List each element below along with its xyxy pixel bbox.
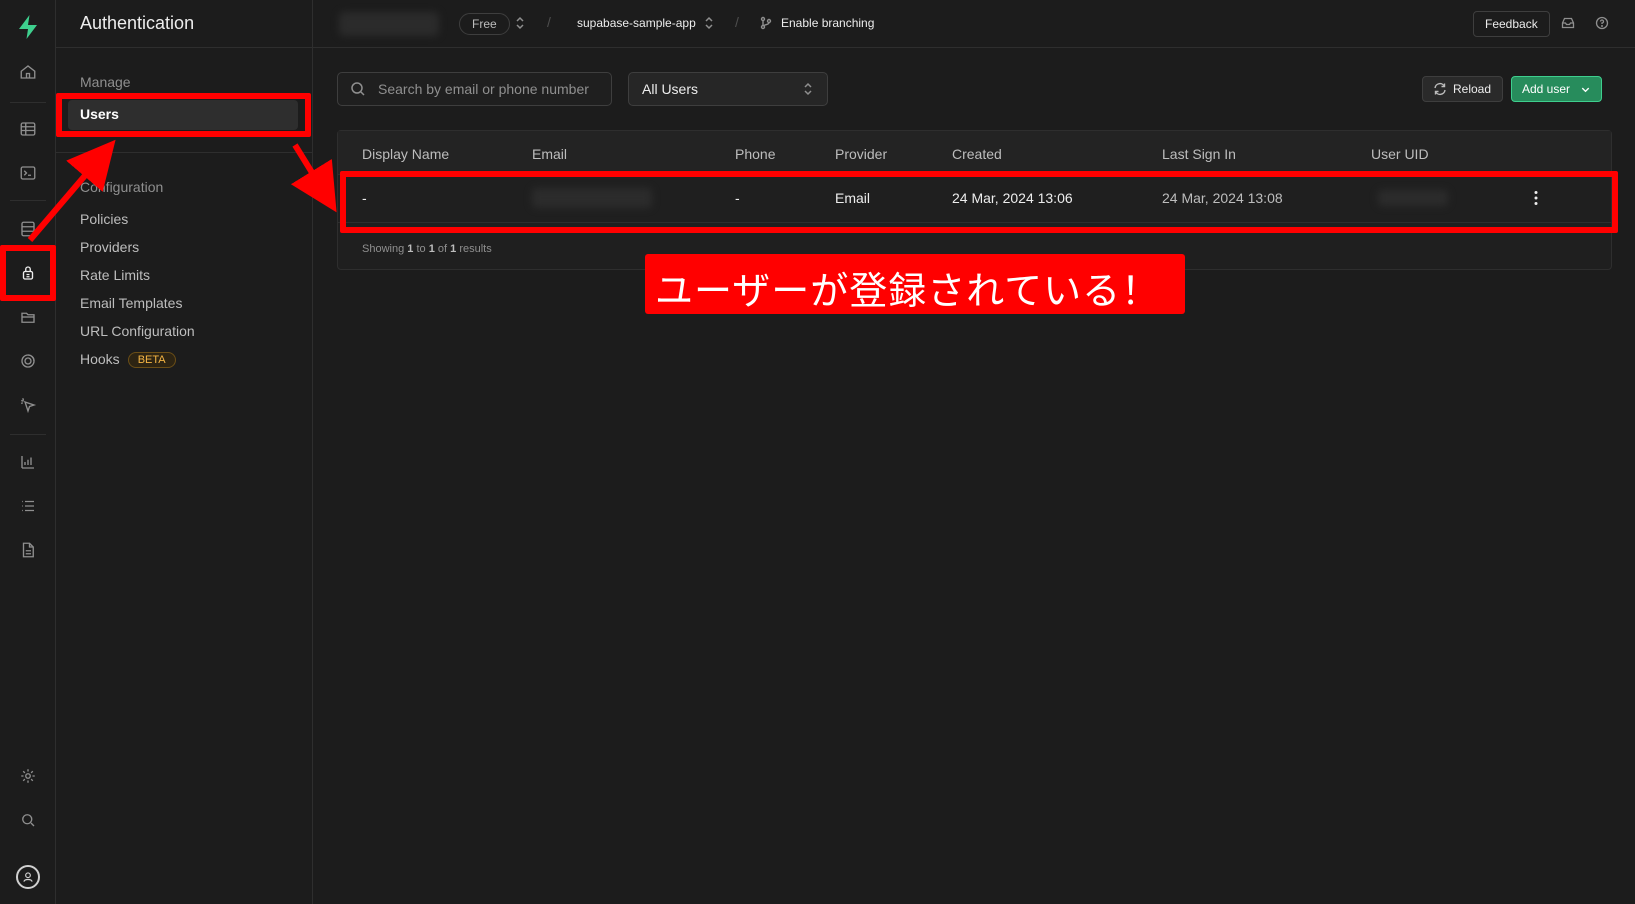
- storage-icon[interactable]: [14, 303, 42, 331]
- search-icon[interactable]: [14, 806, 42, 834]
- column-display-name[interactable]: Display Name: [362, 146, 449, 162]
- configuration-heading: Configuration: [80, 179, 164, 195]
- settings-gear-icon[interactable]: [14, 762, 42, 790]
- pagination-summary: Showing 1 to 1 of 1 results: [362, 243, 492, 255]
- edge-functions-icon[interactable]: [14, 347, 42, 375]
- sidebar-item-policies[interactable]: Policies: [80, 211, 128, 227]
- column-user-uid[interactable]: User UID: [1371, 146, 1429, 162]
- icon-rail: [0, 0, 56, 904]
- sidebar-item-rate-limits[interactable]: Rate Limits: [80, 267, 150, 283]
- inbox-icon[interactable]: [1561, 16, 1575, 30]
- org-name-blurred[interactable]: [339, 12, 439, 36]
- realtime-icon[interactable]: [14, 391, 42, 419]
- search-input-icon: [351, 82, 365, 96]
- user-filter-select[interactable]: All Users: [628, 72, 828, 106]
- highlight-users-item: [56, 93, 311, 137]
- highlight-auth-icon: [0, 245, 56, 301]
- user-filter-value: All Users: [642, 81, 699, 97]
- top-bar: Free / supabase-sample-app / Enable bran…: [313, 0, 1635, 48]
- chevron-down-icon: [1581, 87, 1590, 93]
- add-user-label: Add user: [1522, 82, 1571, 96]
- api-docs-icon[interactable]: [14, 536, 42, 564]
- select-chevron-icon: [804, 82, 812, 96]
- home-icon[interactable]: [14, 58, 42, 86]
- table-header: Display Name Email Phone Provider Create…: [338, 131, 1611, 175]
- org-switcher-chevron-icon[interactable]: [513, 16, 527, 30]
- user-search-field[interactable]: [337, 72, 612, 106]
- reload-button[interactable]: Reload: [1422, 76, 1503, 102]
- manage-heading: Manage: [80, 74, 131, 90]
- feedback-button[interactable]: Feedback: [1473, 11, 1550, 37]
- highlight-user-row: [340, 171, 1618, 233]
- sidebar-title: Authentication: [80, 13, 195, 33]
- sql-editor-icon[interactable]: [14, 159, 42, 187]
- sidebar-item-hooks[interactable]: Hooks BETA: [80, 351, 176, 368]
- column-provider[interactable]: Provider: [835, 146, 887, 162]
- beta-badge: BETA: [127, 352, 176, 368]
- logs-icon[interactable]: [14, 492, 42, 520]
- sidebar-item-providers[interactable]: Providers: [80, 239, 139, 255]
- column-created[interactable]: Created: [952, 146, 1002, 162]
- git-branch-icon: [759, 16, 773, 30]
- user-avatar-icon[interactable]: [16, 865, 40, 889]
- search-input[interactable]: [378, 79, 603, 99]
- sidebar-item-hooks-label: Hooks: [80, 351, 120, 367]
- table-editor-icon[interactable]: [14, 115, 42, 143]
- refresh-icon: [1434, 82, 1446, 96]
- reports-icon[interactable]: [14, 448, 42, 476]
- plan-badge: Free: [459, 13, 510, 35]
- annotation-callout: ユーザーが登録されている！: [645, 254, 1185, 314]
- add-user-button[interactable]: Add user: [1511, 76, 1602, 102]
- sidebar-item-email-templates[interactable]: Email Templates: [80, 295, 182, 311]
- project-switcher-chevron-icon[interactable]: [702, 16, 716, 30]
- column-last-sign-in[interactable]: Last Sign In: [1162, 146, 1236, 162]
- column-phone[interactable]: Phone: [735, 146, 775, 162]
- sidebar-item-url-configuration[interactable]: URL Configuration: [80, 323, 195, 339]
- project-name[interactable]: supabase-sample-app: [577, 16, 696, 30]
- reload-label: Reload: [1453, 82, 1492, 96]
- database-icon[interactable]: [14, 215, 42, 243]
- enable-branching-button[interactable]: Enable branching: [781, 16, 874, 30]
- supabase-logo-icon[interactable]: [14, 13, 42, 41]
- column-email[interactable]: Email: [532, 146, 567, 162]
- help-icon[interactable]: [1595, 16, 1609, 30]
